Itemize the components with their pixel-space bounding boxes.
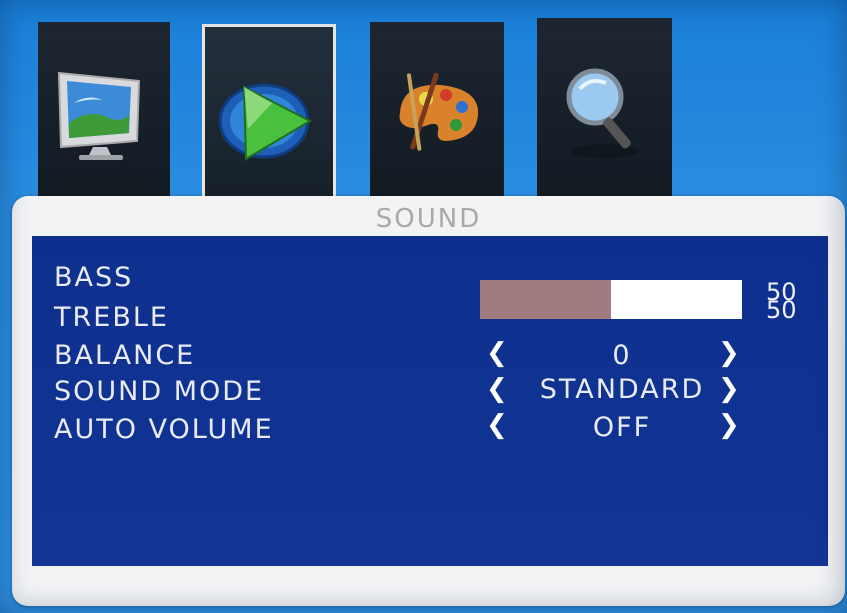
balance-row[interactable]: BALANCE ❮ 0 ❯ xyxy=(32,338,828,376)
tab-sound[interactable] xyxy=(202,24,336,210)
magnifier-icon xyxy=(566,68,639,158)
tab-color[interactable] xyxy=(370,22,504,204)
panel-title: SOUND xyxy=(375,204,482,234)
tab-search[interactable] xyxy=(537,18,672,204)
sound-mode-value: STANDARD xyxy=(539,374,705,405)
sound-mode-right-arrow-icon[interactable]: ❯ xyxy=(718,374,740,404)
palette-icon xyxy=(399,72,479,151)
balance-left-arrow-icon[interactable]: ❮ xyxy=(486,338,508,368)
sound-mode-left-arrow-icon[interactable]: ❮ xyxy=(486,374,508,404)
auto-volume-value: OFF xyxy=(592,412,652,443)
treble-value: 50 xyxy=(766,296,797,324)
treble-slider[interactable] xyxy=(480,295,742,319)
sound-mode-row[interactable]: SOUND MODE ❮ STANDARD ❯ xyxy=(32,374,828,412)
sound-mode-label: SOUND MODE xyxy=(54,376,265,407)
bass-label: BASS xyxy=(54,262,134,293)
auto-volume-right-arrow-icon[interactable]: ❯ xyxy=(718,410,740,440)
treble-row[interactable]: TREBLE 50 xyxy=(32,295,828,338)
sound-menu-panel: SOUND BASS 50 TREBLE 50 BALANCE ❮ 0 ❯ SO… xyxy=(12,196,845,606)
sound-settings-list: BASS 50 TREBLE 50 BALANCE ❮ 0 ❯ SOUND MO… xyxy=(32,236,828,566)
balance-label: BALANCE xyxy=(54,340,196,371)
auto-volume-left-arrow-icon[interactable]: ❮ xyxy=(486,410,508,440)
auto-volume-row[interactable]: AUTO VOLUME ❮ OFF ❯ xyxy=(32,410,828,450)
monitor-icon xyxy=(57,71,141,160)
bass-row[interactable]: BASS 50 xyxy=(32,262,828,306)
speaker-play-icon xyxy=(218,83,313,161)
balance-value: 0 xyxy=(612,340,632,371)
treble-label: TREBLE xyxy=(54,302,169,333)
treble-slider-fill xyxy=(480,295,611,319)
tab-picture[interactable] xyxy=(38,22,170,204)
balance-right-arrow-icon[interactable]: ❯ xyxy=(718,338,740,368)
auto-volume-label: AUTO VOLUME xyxy=(54,414,274,445)
